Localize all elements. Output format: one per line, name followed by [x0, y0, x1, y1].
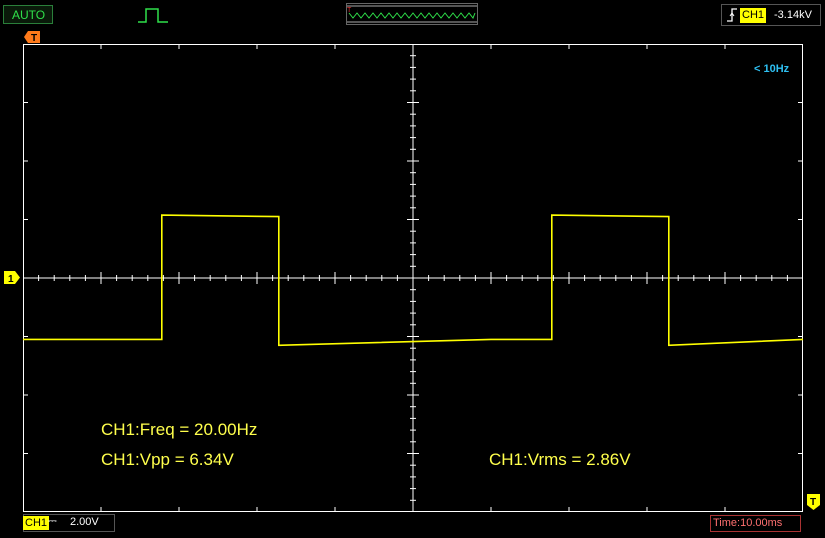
frequency-note: < 10Hz	[754, 63, 790, 75]
volts-per-div: 2.00V	[70, 516, 99, 528]
time-position-marker[interactable]: T	[24, 31, 40, 43]
status-bar	[0, 512, 825, 538]
dc-coupling-icon: ⎓	[48, 515, 57, 527]
trigger-channel-badge: CH1	[740, 8, 767, 23]
memory-overview[interactable]: T	[346, 3, 478, 25]
trigger-marker-label: T	[810, 497, 816, 508]
frequency-measurement: CH1:Freq = 20.00Hz	[101, 420, 258, 439]
acquisition-mode-button[interactable]: AUTO	[3, 5, 53, 24]
memory-waveform-preview: T	[347, 5, 477, 23]
time-per-div[interactable]: Time:10.00ms	[710, 515, 801, 532]
trigger-level-marker[interactable]: T	[807, 494, 820, 510]
vpp-measurement: CH1:Vpp = 6.34V	[101, 450, 234, 469]
channel1-level-marker[interactable]: 1	[4, 271, 20, 284]
channel-label: CH1	[23, 516, 50, 530]
top-toolbar: AUTO T CH1 -3.14kV	[0, 0, 825, 30]
pulse-icon[interactable]	[138, 6, 168, 24]
rising-edge-icon	[727, 8, 737, 22]
waveform-display[interactable]	[23, 44, 803, 512]
trigger-settings[interactable]: CH1 -3.14kV	[721, 4, 821, 26]
vrms-measurement: CH1:Vrms = 2.86V	[489, 450, 631, 469]
channel-marker-label: 1	[8, 274, 14, 284]
trigger-level-value: -3.14kV	[774, 9, 812, 21]
time-marker-label: T	[31, 33, 37, 43]
